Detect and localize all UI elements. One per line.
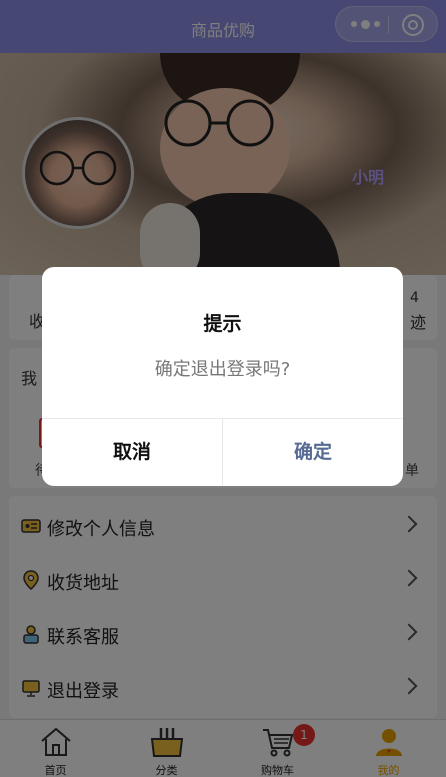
dialog-title: 提示 [203,313,242,335]
confirm-button[interactable]: 确定 [223,419,403,486]
dialog-message: 确定退出登录吗? [154,359,291,380]
logout-confirm-dialog: 提示 确定退出登录吗? 取消 确定 [42,267,403,486]
cancel-button[interactable]: 取消 [42,419,222,486]
